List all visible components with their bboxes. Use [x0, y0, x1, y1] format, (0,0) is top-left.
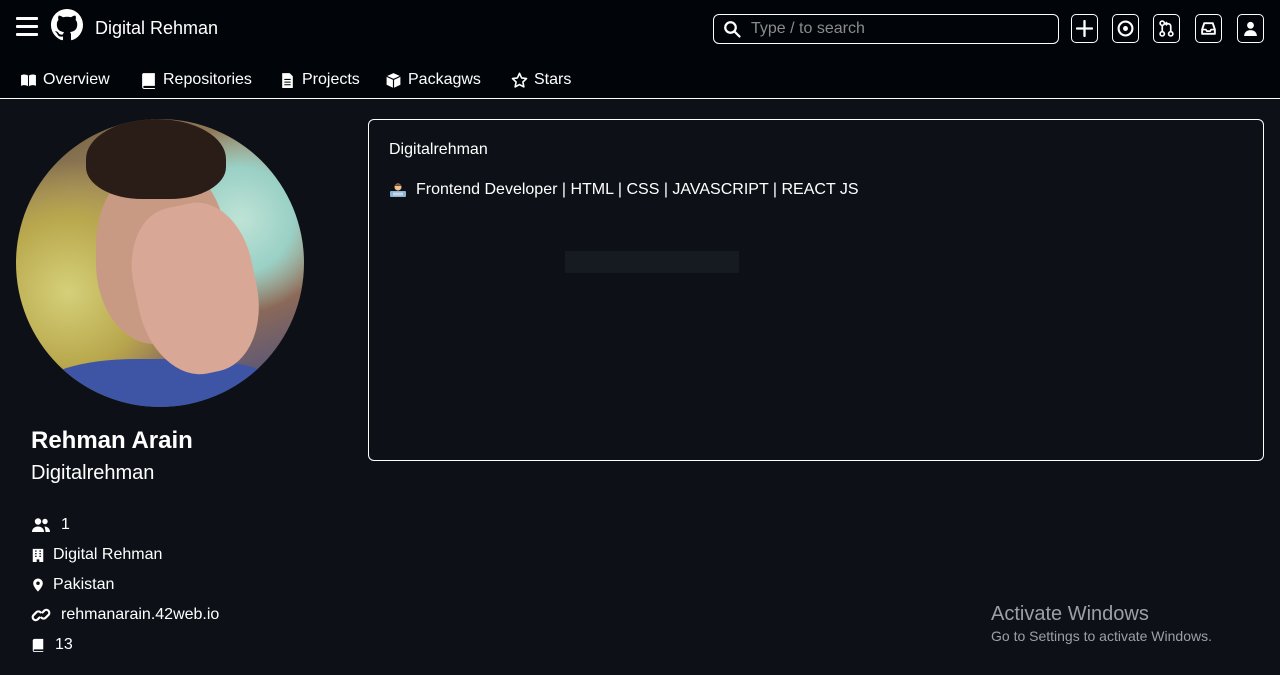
issues-button[interactable]: [1112, 14, 1139, 43]
package-icon: [386, 72, 401, 88]
tab-overview-label: Overview: [43, 71, 110, 88]
tab-projects[interactable]: Projects: [279, 71, 360, 89]
brand-name[interactable]: Digital Rehman: [95, 18, 218, 39]
building-icon: [32, 548, 44, 562]
technologist-emoji-icon: [390, 183, 406, 197]
search-input[interactable]: [751, 20, 1051, 38]
repos-row[interactable]: 13: [31, 636, 73, 654]
book-open-icon: [21, 73, 36, 86]
pull-requests-button[interactable]: [1153, 14, 1180, 43]
repo-icon: [142, 72, 155, 89]
create-new-button[interactable]: [1071, 14, 1098, 43]
link-icon: [31, 608, 51, 622]
repo-icon: [32, 638, 44, 652]
location: Pakistan: [53, 576, 115, 593]
followers-count: 1: [61, 516, 70, 533]
repos-count: 13: [55, 636, 73, 653]
location-row: Pakistan: [31, 576, 114, 594]
star-icon: [511, 72, 528, 88]
tab-overview[interactable]: Overview: [20, 71, 110, 89]
profile-username: Digitalrehman: [31, 462, 155, 484]
tab-packages-label: Packagws: [408, 71, 481, 88]
activate-windows-title: Activate Windows: [991, 603, 1149, 625]
inbox-button[interactable]: [1195, 14, 1222, 43]
people-icon: [32, 518, 50, 532]
location-pin-icon: [33, 578, 43, 592]
profile-name: Rehman Arain: [31, 427, 193, 454]
tab-projects-label: Projects: [302, 71, 360, 88]
tab-packages[interactable]: Packagws: [385, 71, 481, 89]
company-row: Digital Rehman: [31, 546, 162, 564]
inbox-icon: [1201, 22, 1216, 35]
website-row[interactable]: rehmanarain.42web.io: [31, 606, 219, 624]
readme-title: Digitalrehman: [389, 141, 488, 158]
search-box[interactable]: [713, 14, 1059, 44]
tab-stars-label: Stars: [534, 71, 572, 88]
user-menu-button[interactable]: [1237, 14, 1264, 43]
tab-repositories[interactable]: Repositories: [140, 71, 252, 89]
readme-bio-row: Frontend Developer | HTML | CSS | JAVASC…: [389, 181, 859, 199]
faded-placeholder-box: [565, 251, 739, 273]
tab-repositories-label: Repositories: [163, 71, 252, 88]
user-icon: [1244, 21, 1257, 36]
search-icon: [724, 21, 741, 38]
plus-icon: [1076, 20, 1093, 37]
avatar[interactable]: [16, 119, 304, 407]
hamburger-menu-icon[interactable]: [16, 17, 38, 37]
tab-stars[interactable]: Stars: [511, 71, 571, 89]
website-link[interactable]: rehmanarain.42web.io: [61, 606, 219, 624]
activate-windows-subtitle: Go to Settings to activate Windows.: [991, 628, 1212, 644]
git-pull-request-icon: [1159, 20, 1174, 37]
profile-tabs: Overview Repositories Projects Packagws …: [0, 57, 1280, 99]
top-header: Digital Rehman: [0, 0, 1280, 57]
company-name: Digital Rehman: [53, 546, 163, 563]
issue-circle-icon: [1117, 20, 1134, 37]
followers-row[interactable]: 1: [31, 516, 70, 534]
file-icon: [282, 72, 293, 88]
github-logo-icon[interactable]: [51, 9, 83, 41]
readme-bio: Frontend Developer | HTML | CSS | JAVASC…: [416, 181, 859, 198]
readme-panel: Digitalrehman Frontend Developer | HTML …: [368, 119, 1264, 461]
